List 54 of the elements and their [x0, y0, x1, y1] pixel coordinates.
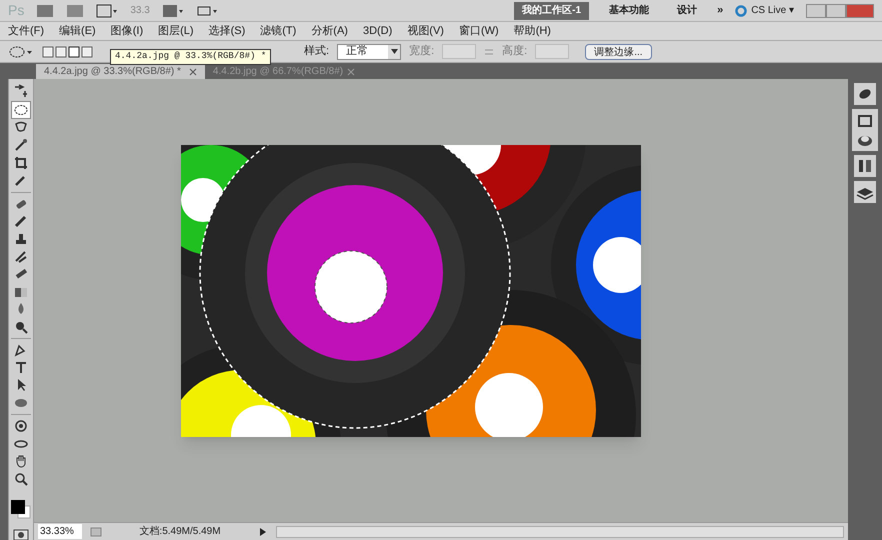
menu-item[interactable]: 图像(I) [110, 22, 144, 40]
cs-live-button[interactable]: CS Live ▾ [751, 3, 794, 18]
more-workspaces-button[interactable]: » [717, 2, 724, 19]
menu-item[interactable]: 分析(A) [311, 22, 348, 40]
zoom-field[interactable]: 33.33% [38, 524, 82, 539]
swap-icon [484, 46, 494, 56]
wand-icon [13, 137, 29, 154]
document-tab[interactable]: 4.4.2a.jpg @ 33.3%(RGB/8#) * [36, 64, 205, 79]
menu-item[interactable]: 文件(F) [8, 22, 44, 40]
menu-item[interactable]: 帮助(H) [514, 22, 551, 40]
close-icon[interactable] [188, 68, 197, 76]
view-extras-icon[interactable] [96, 4, 118, 18]
workspace-button[interactable]: 设计 [669, 2, 706, 20]
sphere-icon[interactable] [856, 133, 874, 147]
menu-item[interactable]: 图层(L) [158, 22, 194, 40]
caret-icon [390, 49, 398, 54]
zoom-icon [13, 470, 29, 487]
refine-edge-button[interactable]: 调整边缘... [585, 44, 652, 60]
layers-icon[interactable] [854, 181, 876, 203]
crop-icon [13, 154, 29, 171]
brush-preset-icon[interactable] [854, 83, 876, 105]
menu-item[interactable]: 视图(V) [407, 22, 444, 40]
document-size: 文档:5.49M/5.49M [138, 524, 222, 539]
height-label: 高度: [502, 44, 528, 60]
style-dropdown[interactable]: 正常 [337, 44, 402, 60]
horizontal-scrollbar[interactable] [276, 526, 844, 538]
menu-item[interactable]: 窗口(W) [458, 22, 499, 40]
app-logo: Ps [8, 1, 24, 20]
menu-item[interactable]: 编辑(E) [59, 22, 96, 40]
ring-icon [735, 4, 748, 16]
layer-comps-icon[interactable] [854, 155, 876, 177]
workspace-button[interactable]: 基本功能 [601, 2, 658, 20]
brush-icon [13, 213, 29, 230]
type-tool-icon [13, 360, 29, 376]
workspace-button[interactable]: 我的工作区-1 [514, 2, 590, 20]
height-field [535, 44, 570, 59]
menu-item[interactable]: 滤镜(T) [260, 22, 296, 40]
tool-button[interactable] [11, 100, 31, 119]
tooltip: 4.4.2a.jpg @ 33.3%(RGB/8#) * [110, 49, 272, 64]
style-label: 样式: [304, 44, 330, 60]
width-label: 宽度: [409, 44, 434, 60]
quick-mask-icon[interactable] [13, 529, 29, 540]
menu-item[interactable]: 3D(D) [362, 22, 392, 40]
move-tool-icon [13, 83, 29, 100]
transform-frame-icon[interactable] [856, 113, 874, 129]
ellipse-marquee-icon[interactable] [8, 44, 34, 58]
width-field [442, 44, 476, 59]
close-button[interactable] [846, 4, 874, 18]
history-brush-icon [13, 248, 29, 265]
screen-mode-icon[interactable] [196, 4, 218, 18]
rotate-3d-icon [13, 418, 29, 434]
arrange-documents-icon[interactable] [162, 4, 184, 18]
play-icon[interactable] [258, 526, 268, 536]
menu-item[interactable]: 选择(S) [208, 22, 246, 40]
